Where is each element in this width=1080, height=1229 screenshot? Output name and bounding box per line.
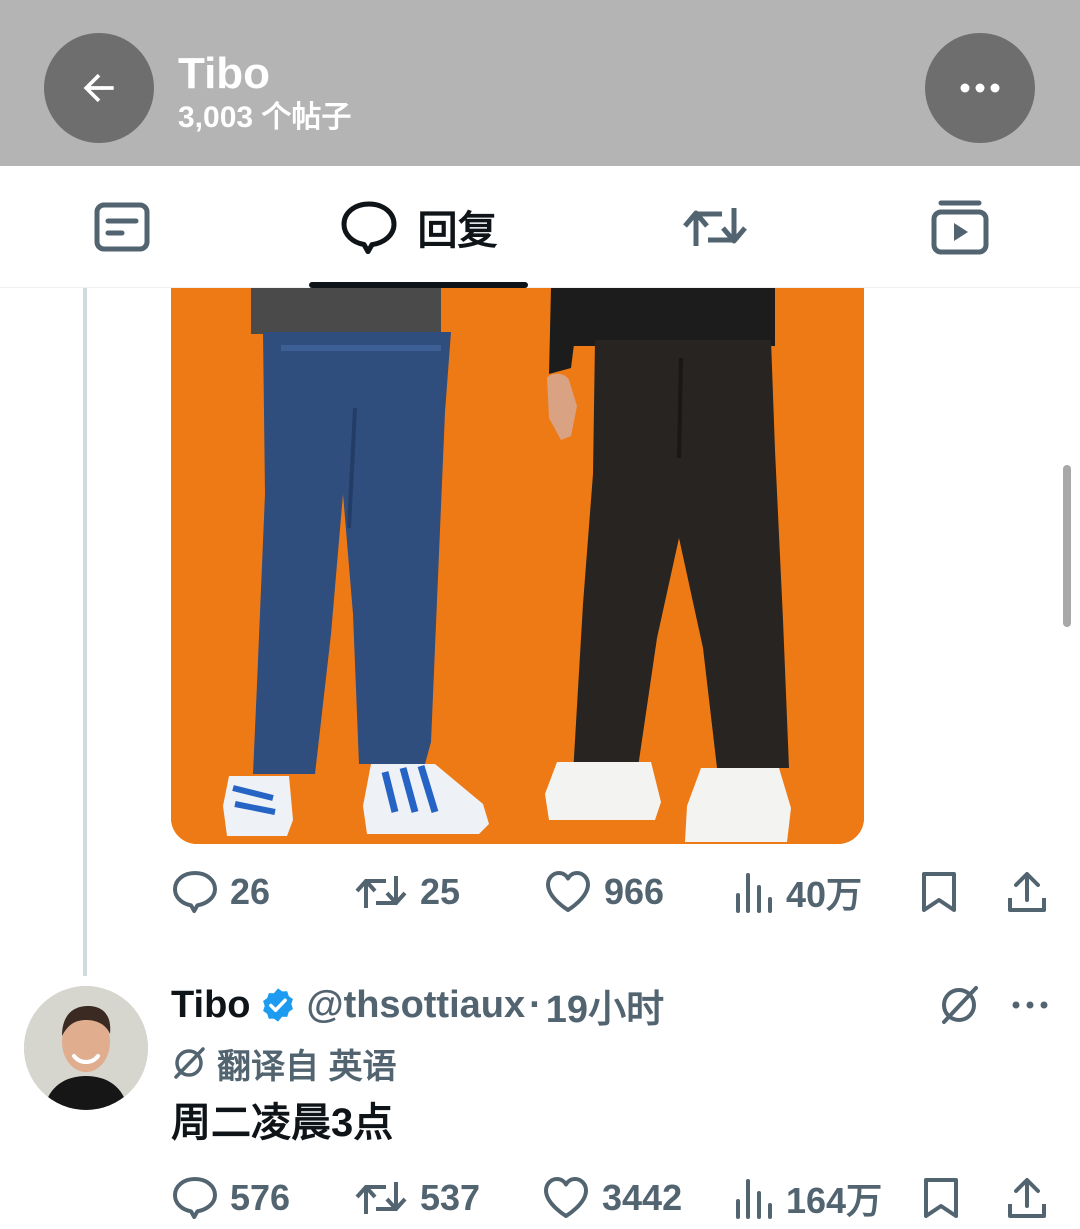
tab-replies-label: 回复 [417,209,498,253]
tab-posts[interactable] [60,166,184,288]
reply-count: 26 [230,871,271,912]
like-count: 3442 [602,1177,683,1218]
like-count: 966 [604,871,665,912]
views-icon [736,873,772,913]
arrow-left-icon [83,73,114,103]
reply-count: 576 [230,1177,291,1218]
views-count: 40万 [786,874,863,915]
share-button[interactable] [1006,862,1048,922]
user-handle[interactable]: @thsottiaux [307,984,526,1027]
profile-header: Tibo 3,003 个帖子 [0,0,1080,166]
avatar-photo [24,986,148,1110]
bookmark-icon [922,872,956,912]
more-horizontal-icon [960,83,1000,93]
post-actions: 26 25 966 40万 [0,862,1080,922]
reply-icon [173,871,217,913]
translate-icon [174,1047,205,1079]
post-count: 3,003 个帖子 [178,101,352,134]
reply-button[interactable]: 26 [172,862,270,922]
translation-note[interactable]: 翻译自 英语 [171,1040,396,1086]
repost-icon [683,208,747,246]
heart-icon [546,871,590,912]
jeans-photo [171,288,864,844]
like-button[interactable]: 966 [544,862,664,922]
bookmark-icon [924,1178,958,1218]
share-icon [1008,872,1046,912]
heart-icon [544,1177,588,1218]
post-media-image[interactable] [171,288,864,844]
grok-button[interactable] [938,984,980,1031]
bookmark-button[interactable] [922,1168,960,1228]
scrollbar[interactable] [1063,465,1071,627]
display-name[interactable]: Tibo [171,984,251,1027]
back-button[interactable] [44,33,154,143]
video-icon [931,200,989,255]
repost-button[interactable]: 25 [354,862,460,922]
reply-bubble-icon [341,201,396,254]
tab-reposts[interactable] [655,166,775,288]
views-button[interactable]: 164万 [734,1168,882,1228]
posts-icon [94,202,150,252]
repost-count: 25 [420,871,461,912]
views-icon [736,1179,772,1219]
post-text: 周二凌晨3点 [171,1101,394,1145]
repost-icon [355,876,407,908]
reply-button[interactable]: 576 [172,1168,290,1228]
reply-icon [173,1177,217,1219]
views-count: 164万 [786,1180,883,1221]
like-button[interactable]: 3442 [542,1168,682,1228]
verified-badge-icon [262,988,293,1022]
tab-media[interactable] [900,166,1020,288]
avatar[interactable] [24,986,148,1110]
post-more-button[interactable] [1010,998,1050,1016]
more-button[interactable] [925,33,1035,143]
bookmark-button[interactable] [920,862,958,922]
share-icon [1008,1178,1046,1218]
reply-post-header: Tibo @thsottiaux · 19小时 [171,978,664,1033]
tab-replies[interactable]: 回复 [309,166,528,288]
repost-count: 537 [420,1177,481,1218]
translated-from-label: 翻译自 英语 [217,1047,397,1086]
profile-tabs: 回复 [0,166,1080,288]
post-time[interactable]: 19小时 [546,978,664,1033]
grok-icon [942,986,978,1024]
profile-title: Tibo [178,49,271,98]
views-button[interactable]: 40万 [734,862,862,922]
separator-dot: · [529,983,542,1026]
more-horizontal-icon [1012,1001,1048,1009]
repost-icon [355,1182,407,1214]
reply-post-actions: 576 537 3442 164万 [0,1168,1080,1228]
repost-button[interactable]: 537 [354,1168,480,1228]
share-button[interactable] [1006,1168,1048,1228]
